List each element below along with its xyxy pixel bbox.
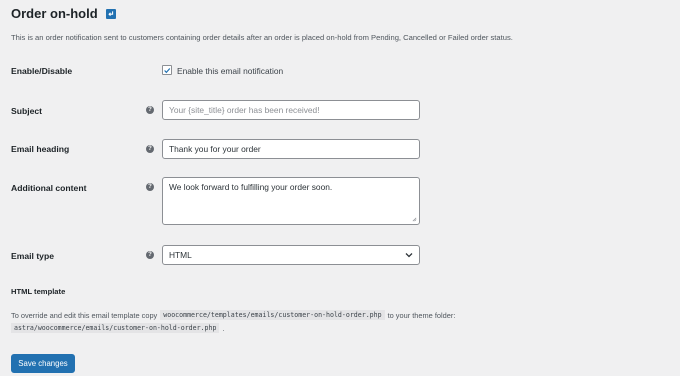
email-type-value: HTML: [169, 250, 192, 260]
email-type-select[interactable]: HTML: [162, 245, 420, 265]
template-destination: astra/woocommerce/emails/customer-on-hol…: [11, 323, 225, 333]
email-heading-input[interactable]: Thank you for your order: [162, 139, 420, 159]
help-icon[interactable]: ?: [146, 183, 154, 191]
email-heading-label: Email heading: [11, 144, 70, 154]
template-text-after: .: [222, 323, 225, 333]
email-type-label: Email type: [11, 251, 54, 261]
title-row: Order on-hold: [11, 6, 116, 21]
template-text-middle: to your theme folder:: [387, 310, 456, 320]
resize-grip-icon[interactable]: [412, 217, 417, 222]
enable-checkbox-label[interactable]: Enable this email notification: [177, 66, 283, 76]
subject-input[interactable]: Your {site_title} order has been receive…: [162, 100, 420, 120]
save-changes-button[interactable]: Save changes: [11, 354, 75, 373]
template-instructions: To override and edit this email template…: [11, 310, 455, 320]
help-icon[interactable]: ?: [146, 145, 154, 153]
email-description: This is an order notification sent to cu…: [11, 33, 513, 42]
page-title: Order on-hold: [11, 6, 98, 21]
help-icon[interactable]: ?: [146, 106, 154, 114]
template-source-path: woocommerce/templates/emails/customer-on…: [160, 310, 385, 320]
help-icon[interactable]: ?: [146, 251, 154, 259]
template-destination-path: astra/woocommerce/emails/customer-on-hol…: [11, 323, 220, 333]
chevron-down-icon: [405, 253, 413, 258]
additional-content-textarea[interactable]: We look forward to fulfilling your order…: [162, 177, 420, 225]
additional-content-label: Additional content: [11, 183, 87, 193]
html-template-heading: HTML template: [11, 287, 66, 296]
template-text-before: To override and edit this email template…: [11, 310, 158, 320]
enable-checkbox[interactable]: [162, 65, 172, 75]
enable-label: Enable/Disable: [11, 66, 73, 76]
additional-content-text: We look forward to fulfilling your order…: [169, 182, 333, 192]
subject-label: Subject: [11, 106, 43, 116]
return-arrow-icon[interactable]: [105, 8, 116, 19]
checkmark-icon: [164, 67, 171, 73]
